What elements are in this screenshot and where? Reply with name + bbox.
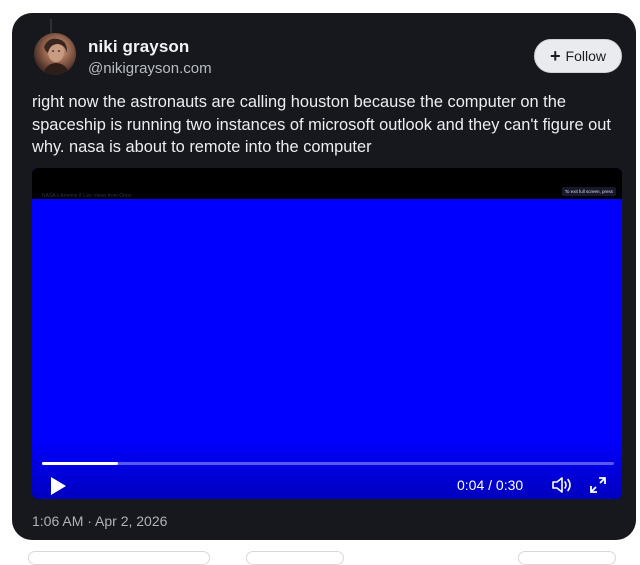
post-timestamp[interactable]: 1:06 AM · Apr 2, 2026 xyxy=(32,513,167,529)
fullscreen-icon xyxy=(590,477,606,493)
post-text: right now the astronauts are calling hou… xyxy=(32,93,611,156)
avatar[interactable] xyxy=(34,33,76,75)
plus-icon: + xyxy=(550,45,561,66)
avatar-photo-icon xyxy=(43,38,70,75)
video-player[interactable]: NASA's Artemis II Live Views from Orion … xyxy=(32,168,622,499)
fullscreen-button[interactable] xyxy=(589,476,607,494)
fullscreen-hint: To exit full screen, press xyxy=(561,187,616,196)
author-handle[interactable]: @nikigrayson.com xyxy=(88,60,212,77)
play-button[interactable] xyxy=(47,475,69,497)
action-pill[interactable] xyxy=(246,551,344,565)
thread-line xyxy=(50,19,52,33)
volume-icon xyxy=(552,477,571,493)
follow-button-label: Follow xyxy=(565,48,606,64)
video-caption: NASA's Artemis II Live Views from Orion xyxy=(42,193,132,199)
action-pill[interactable] xyxy=(518,551,616,565)
author-display-name[interactable]: niki grayson xyxy=(88,37,189,57)
progress-bar[interactable] xyxy=(42,462,614,465)
play-icon xyxy=(51,477,66,495)
volume-button[interactable] xyxy=(551,475,573,495)
fullscreen-hint-text: To exit full screen, press xyxy=(564,189,613,194)
post-card: niki grayson @nikigrayson.com + Follow r… xyxy=(12,13,636,540)
follow-button[interactable]: + Follow xyxy=(534,39,622,73)
action-pill[interactable] xyxy=(28,551,210,565)
progress-fill xyxy=(42,462,119,465)
time-readout: 0:04 / 0:30 xyxy=(457,477,524,493)
video-controls: 0:04 / 0:30 xyxy=(32,439,622,499)
